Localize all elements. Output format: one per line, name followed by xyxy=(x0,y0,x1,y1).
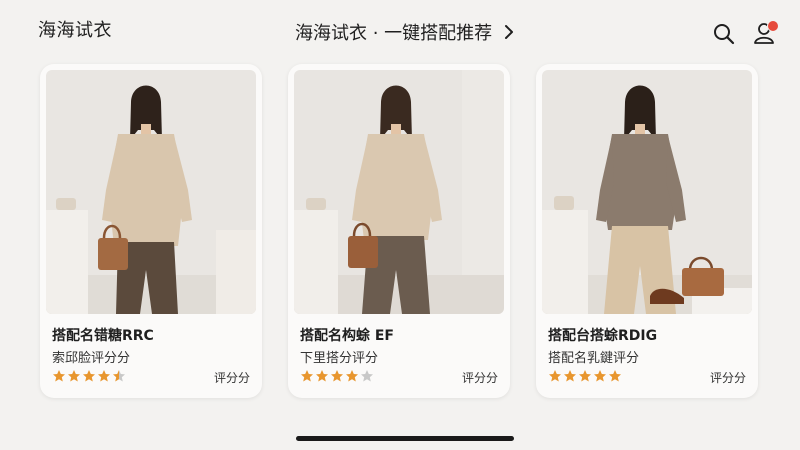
star-icon xyxy=(316,370,328,382)
star-rating xyxy=(300,369,374,383)
star-rating xyxy=(548,369,622,383)
outfit-photo xyxy=(542,70,752,314)
outfit-photo xyxy=(294,70,504,314)
top-bar: 海海试衣 海海试衣 · 一键搭配推荐 xyxy=(0,0,800,62)
star-icon xyxy=(98,370,110,382)
star-icon xyxy=(594,370,606,382)
search-button[interactable] xyxy=(712,22,736,46)
search-icon xyxy=(714,24,735,45)
star-icon xyxy=(301,370,313,382)
outfit-name: 搭配名构蜍 EF xyxy=(300,328,395,344)
outfit-top xyxy=(358,134,434,240)
profile-button[interactable] xyxy=(752,20,779,46)
chevron-right-icon xyxy=(505,25,514,39)
recommend-title: 海海试衣 · 一键搭配推荐 xyxy=(295,23,493,44)
star-icon xyxy=(549,370,561,382)
home-indicator[interactable] xyxy=(296,436,514,441)
star-icon xyxy=(53,370,65,382)
outfit-photo-illustration xyxy=(294,70,504,314)
star-icon xyxy=(113,370,125,382)
rating-label: 评分分 xyxy=(709,371,746,385)
app-title: 海海试衣 xyxy=(38,20,112,41)
outfit-subtitle: 搭配名乳鍵评分 xyxy=(548,351,640,366)
outfit-subtitle: 索邱脸评分分 xyxy=(52,351,131,366)
star-icon xyxy=(564,370,576,382)
outfit-top xyxy=(108,134,184,246)
outfit-name: 搭配名错糖RRC xyxy=(52,328,154,344)
outfit-subtitle: 下里搭分评分 xyxy=(300,351,379,366)
star-icon xyxy=(361,370,373,382)
outfit-card-2[interactable]: 搭配名构蜍 EF 下里搭分评分 评分分 xyxy=(288,64,510,398)
outfit-photo-illustration xyxy=(46,70,256,314)
rating-label: 评分分 xyxy=(461,371,498,385)
star-icon xyxy=(83,370,95,382)
star-icon xyxy=(346,370,358,382)
star-icon xyxy=(68,370,80,382)
outfit-photo-illustration xyxy=(542,70,752,314)
notification-badge xyxy=(767,20,779,32)
outfit-photo xyxy=(46,70,256,314)
star-rating xyxy=(52,369,126,383)
outfit-name: 搭配台搭蜍RDIG xyxy=(548,328,658,344)
outfit-card-3[interactable]: 搭配台搭蜍RDIG 搭配名乳鍵评分 评分分 xyxy=(536,64,758,398)
star-icon xyxy=(609,370,621,382)
star-icon xyxy=(331,370,343,382)
outfit-card-1[interactable]: 搭配名错糖RRC 索邱脸评分分 评分分 xyxy=(40,64,262,398)
recommend-title-link[interactable]: 海海试衣 · 一键搭配推荐 xyxy=(295,19,516,45)
star-icon xyxy=(579,370,591,382)
rating-label: 评分分 xyxy=(213,371,250,385)
